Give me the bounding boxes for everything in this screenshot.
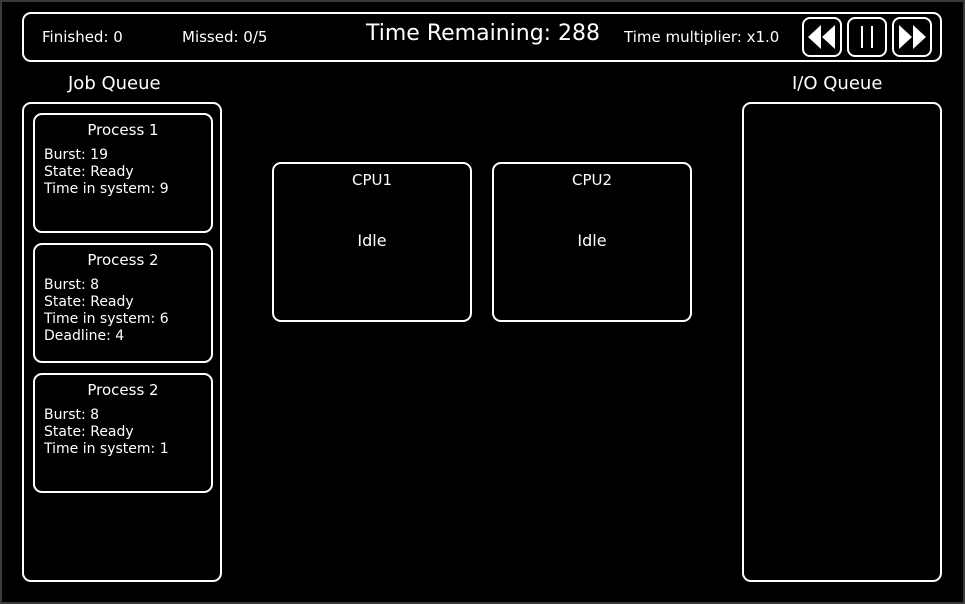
missed-count: Missed: 0/5 (182, 28, 268, 46)
process-name: Process 1 (87, 121, 159, 139)
process-card[interactable]: Process 1 Burst: 19 State: Ready Time in… (33, 113, 213, 233)
process-state: State: Ready (44, 424, 134, 440)
pause-button[interactable] (847, 17, 887, 57)
process-card[interactable]: Process 2 Burst: 8 State: Ready Time in … (33, 373, 213, 493)
io-queue-panel[interactable] (742, 102, 942, 582)
rewind-icon (808, 25, 835, 49)
cpu-status: Idle (357, 231, 387, 250)
fast-forward-icon (899, 25, 926, 49)
process-burst: Burst: 8 (44, 407, 100, 423)
process-state: State: Ready (44, 294, 134, 310)
slow-down-button[interactable] (802, 17, 842, 57)
process-card[interactable]: Process 2 Burst: 8 State: Ready Time in … (33, 243, 213, 363)
process-burst: Burst: 8 (44, 277, 100, 293)
process-time-in-system: Time in system: 1 (44, 441, 169, 457)
job-queue-heading: Job Queue (68, 73, 161, 94)
finished-count: Finished: 0 (42, 28, 123, 46)
cpu-slot-2[interactable]: CPU2 Idle (492, 162, 692, 322)
top-status-bar: Finished: 0 Missed: 0/5 Time Remaining: … (22, 12, 942, 62)
job-queue-panel: Process 1 Burst: 19 State: Ready Time in… (22, 102, 222, 582)
process-burst: Burst: 19 (44, 147, 108, 163)
pause-icon (861, 26, 873, 48)
process-name: Process 2 (87, 251, 159, 269)
process-deadline: Deadline: 4 (44, 328, 125, 344)
process-time-in-system: Time in system: 6 (44, 311, 169, 327)
process-name: Process 2 (87, 381, 159, 399)
time-multiplier: Time multiplier: x1.0 (624, 28, 780, 46)
process-state: State: Ready (44, 164, 134, 180)
process-time-in-system: Time in system: 9 (44, 181, 169, 197)
io-queue-heading: I/O Queue (792, 73, 883, 94)
cpu-name: CPU1 (351, 171, 393, 189)
cpu-name: CPU2 (571, 171, 613, 189)
time-remaining: Time Remaining: 288 (366, 21, 601, 46)
cpu-status: Idle (577, 231, 607, 250)
speed-up-button[interactable] (892, 17, 932, 57)
cpu-slot-1[interactable]: CPU1 Idle (272, 162, 472, 322)
